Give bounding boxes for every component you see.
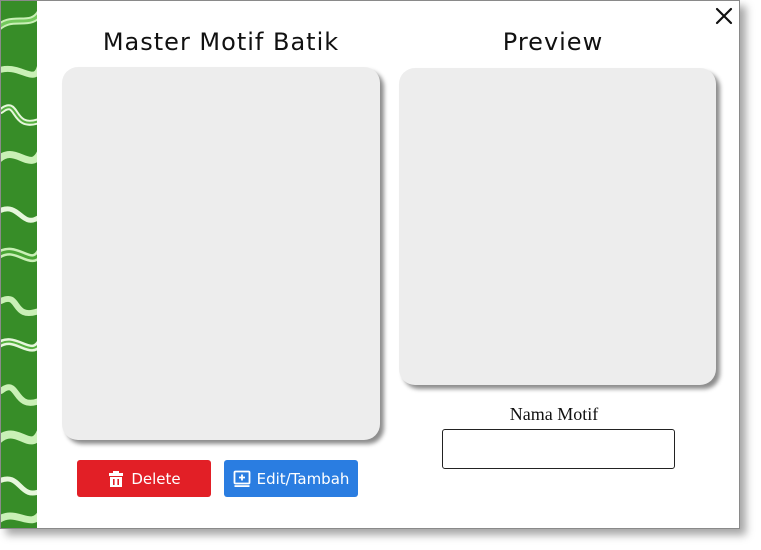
master-title: Master Motif Batik bbox=[102, 28, 340, 56]
delete-button-label: Delete bbox=[131, 469, 181, 488]
add-box-icon bbox=[233, 470, 251, 488]
motif-name-label: Nama Motif bbox=[509, 404, 599, 424]
edit-add-button-label: Edit/Tambah bbox=[256, 469, 350, 488]
close-icon bbox=[715, 7, 733, 25]
preview-title: Preview bbox=[502, 28, 604, 56]
trash-icon bbox=[107, 470, 125, 488]
motif-name-input[interactable] bbox=[442, 429, 675, 469]
motif-list-panel[interactable] bbox=[62, 67, 380, 440]
delete-button[interactable]: Delete bbox=[77, 460, 211, 497]
batik-decoration bbox=[1, 1, 37, 528]
master-motif-window: Master Motif Batik Preview Delete Edit/T… bbox=[0, 0, 740, 529]
preview-panel bbox=[399, 68, 716, 385]
edit-add-button[interactable]: Edit/Tambah bbox=[224, 460, 358, 497]
close-button[interactable] bbox=[713, 5, 735, 27]
